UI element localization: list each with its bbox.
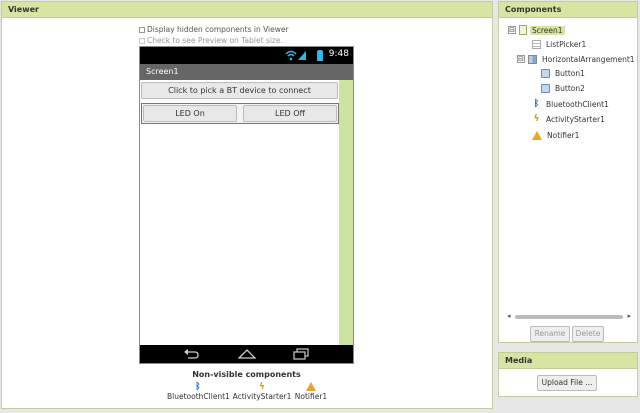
media-panel: Media Upload File ... [498,352,638,397]
navigation-bar [140,345,353,363]
horizontal-arrangement[interactable]: LED On LED Off [141,103,339,124]
display-hidden-label: Display hidden components in Viewer [147,25,289,34]
activity-starter-icon: ϟ [259,382,265,392]
display-hidden-option[interactable]: Display hidden components in Viewer [139,25,289,34]
button-icon [541,68,550,78]
collapse-toggle-icon[interactable]: ⊟ [517,55,525,63]
recent-apps-icon [293,348,309,360]
status-bar: 9:48 [140,47,353,64]
listpicker-icon [532,39,541,49]
tree-item-listpicker1[interactable]: ListPicker1 [532,38,588,50]
tree-item-label: Button1 [555,68,585,78]
tree-item-horizontalarrangement1[interactable]: ⊟ HorizontalArrangement1 [517,53,637,65]
components-title: Components [499,2,637,18]
tree-item-label: HorizontalArrangement1 [542,54,635,64]
tree-item-label: Screen1 [530,25,565,35]
nonvisible-item-label: ActivityStarter1 [232,392,292,401]
collapse-toggle-icon[interactable]: ⊟ [508,26,516,34]
screen-icon [519,25,527,35]
home-icon [238,349,256,359]
media-title: Media [499,353,637,369]
nonvisible-item[interactable]: ᛒ BluetoothClient1 [167,382,230,402]
tablet-preview-option[interactable]: Check to see Preview on Tablet size. [139,36,283,45]
tree-item-activitystarter1[interactable]: ϟ ActivityStarter1 [532,113,607,125]
wifi-signal-icon [285,50,306,61]
phone-preview: 9:48 Screen1 Click to pick a BT device t… [139,46,354,364]
tree-item-bluetoothclient1[interactable]: ᛒ BluetoothClient1 [532,98,611,110]
scrollbar-thumb[interactable] [515,315,623,319]
scroll-right-icon[interactable]: ▸ [627,312,631,320]
nonvisible-item[interactable]: ϟ ActivityStarter1 [231,382,293,402]
upload-file-button[interactable]: Upload File ... [537,375,597,391]
status-time: 9:48 [328,49,349,59]
tree-horizontal-scrollbar[interactable]: ◂ ▸ [507,312,631,321]
horizontal-arrangement-icon [528,54,537,64]
nonvisible-components-title: Non-visible components [192,370,301,379]
screen-body: Click to pick a BT device to connect LED… [140,80,353,347]
tablet-preview-checkbox[interactable] [139,37,145,44]
back-icon [184,349,199,359]
screen-title-bar: Screen1 [140,64,353,80]
listpicker-button[interactable]: Click to pick a BT device to connect [141,82,338,99]
display-hidden-checkbox[interactable] [139,26,145,33]
screen-scroll-strip [339,80,353,347]
nonvisible-item-label: BluetoothClient1 [167,392,230,401]
activity-starter-icon: ϟ [533,113,540,124]
tree-item-label: BluetoothClient1 [546,99,609,109]
delete-button[interactable]: Delete [572,326,604,342]
tree-item-label: ListPicker1 [546,39,587,49]
tree-item-screen1[interactable]: ⊟ Screen1 [508,24,565,36]
rename-button[interactable]: Rename [530,326,570,342]
nonvisible-item-label: Notifier1 [294,392,328,401]
tree-item-button1[interactable]: Button1 [541,67,587,79]
bluetooth-icon: ᛒ [195,382,201,392]
bluetooth-icon: ᛒ [533,98,540,109]
led-off-button[interactable]: LED Off [243,105,337,122]
viewer-title: Viewer [2,2,492,18]
tree-item-label: ActivityStarter1 [546,114,605,124]
components-panel: Components ⊟ Screen1 ListPicker1 ⊟ Horiz… [498,1,638,343]
warning-icon [306,382,316,391]
scroll-left-icon[interactable]: ◂ [507,312,511,320]
tree-item-notifier1[interactable]: Notifier1 [532,129,581,141]
button-icon [541,83,550,93]
nonvisible-item[interactable]: Notifier1 [293,382,329,401]
tree-item-button2[interactable]: Button2 [541,82,587,94]
led-on-button[interactable]: LED On [143,105,237,122]
tree-item-label: Notifier1 [547,130,580,140]
tree-item-label: Button2 [555,83,585,93]
battery-icon [317,50,323,61]
tablet-preview-label: Check to see Preview on Tablet size. [147,36,283,45]
warning-icon [532,130,542,140]
